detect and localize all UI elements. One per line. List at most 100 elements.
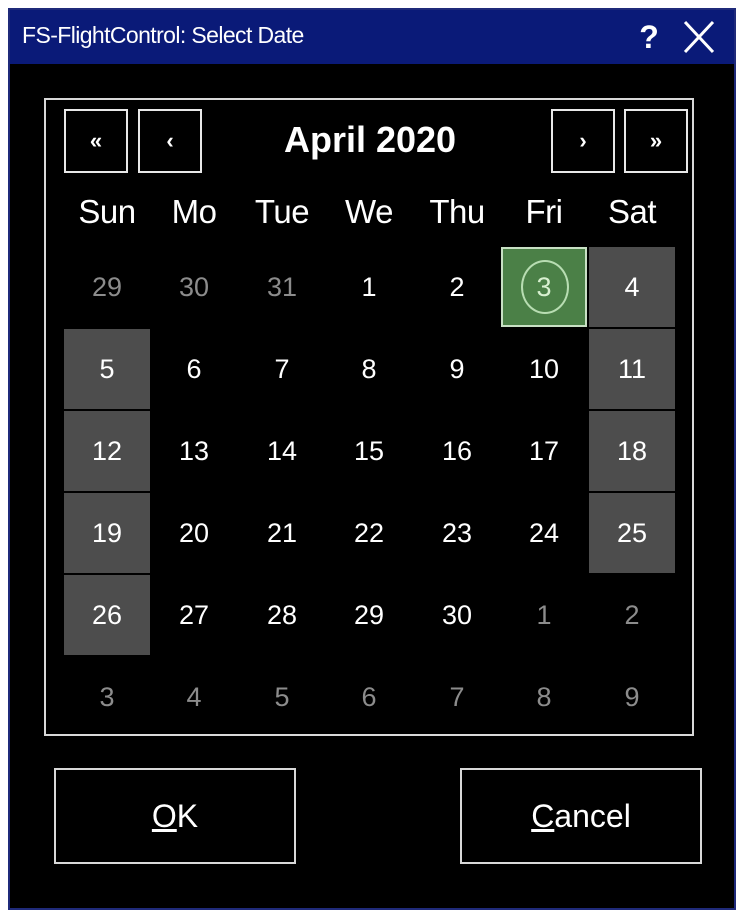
day-cell[interactable]: 8 [326, 329, 412, 409]
weekday-header: We [345, 193, 393, 230]
day-number: 10 [528, 354, 560, 384]
day-number: 15 [353, 436, 385, 466]
weekday-header: Thu [429, 193, 485, 230]
day-cell[interactable]: 29 [64, 247, 150, 327]
day-cell[interactable]: 22 [326, 493, 412, 573]
day-number: 12 [91, 436, 123, 466]
day-cell[interactable]: 7 [414, 657, 500, 737]
day-cell[interactable]: 18 [589, 411, 675, 491]
day-number: 26 [91, 600, 123, 630]
day-cell[interactable]: 5 [239, 657, 325, 737]
day-number: 14 [266, 436, 298, 466]
day-number: 9 [624, 682, 640, 712]
day-cell[interactable]: 2 [589, 575, 675, 655]
weekday-header: Sun [78, 193, 136, 230]
title-bar[interactable]: FS-FlightControl: Select Date ? [10, 10, 734, 64]
close-button[interactable] [673, 16, 723, 58]
day-cell[interactable]: 10 [501, 329, 587, 409]
day-number: 29 [91, 272, 123, 302]
day-number: 18 [616, 436, 648, 466]
day-cell[interactable]: 30 [414, 575, 500, 655]
day-cell[interactable]: 14 [239, 411, 325, 491]
weekday-header: Mo [171, 193, 217, 230]
ok-label: K [176, 798, 199, 834]
day-number: 5 [274, 682, 290, 712]
day-cell[interactable]: 1 [326, 247, 412, 327]
day-number: 5 [99, 354, 115, 384]
day-number: 29 [353, 600, 385, 630]
day-number: 3 [99, 682, 115, 712]
day-number: 7 [449, 682, 465, 712]
cancel-label: ancel [554, 798, 631, 834]
day-number: 17 [528, 436, 560, 466]
day-number: 20 [178, 518, 210, 548]
day-number: 1 [536, 600, 552, 630]
day-number: 30 [178, 272, 210, 302]
weekday-header: Tue [254, 193, 310, 230]
day-number: 7 [274, 354, 290, 384]
day-number: 24 [528, 518, 560, 548]
day-cell[interactable]: 9 [589, 657, 675, 737]
day-cell[interactable]: 13 [151, 411, 237, 491]
day-cell[interactable]: 24 [501, 493, 587, 573]
day-cell[interactable]: 12 [64, 411, 150, 491]
day-cell[interactable]: 30 [151, 247, 237, 327]
day-cell[interactable]: 4 [151, 657, 237, 737]
day-number: 6 [361, 682, 377, 712]
day-number: 19 [91, 518, 123, 548]
day-number: 13 [178, 436, 210, 466]
day-cell[interactable]: 1 [501, 575, 587, 655]
cancel-mnemonic: C [531, 798, 555, 834]
day-number: 9 [449, 354, 465, 384]
day-number: 21 [266, 518, 298, 548]
day-cell[interactable]: 7 [239, 329, 325, 409]
day-number: 4 [186, 682, 202, 712]
day-cell[interactable]: 25 [589, 493, 675, 573]
day-cell-selected[interactable]: 3 [501, 247, 587, 327]
day-number: 11 [617, 354, 647, 384]
day-cell[interactable]: 17 [501, 411, 587, 491]
day-cell[interactable]: 23 [414, 493, 500, 573]
next-year-button[interactable]: » [624, 109, 688, 173]
month-year-label: April 2020 [283, 119, 457, 160]
cancel-button[interactable]: Cancel [460, 768, 702, 864]
day-cell[interactable]: 6 [326, 657, 412, 737]
day-number: 25 [616, 518, 648, 548]
window-title: FS-FlightControl: Select Date [22, 22, 304, 48]
prev-year-button[interactable]: « [64, 109, 128, 173]
close-icon [683, 20, 715, 54]
day-number: 2 [624, 600, 640, 630]
day-cell[interactable]: 27 [151, 575, 237, 655]
day-cell[interactable]: 11 [589, 329, 675, 409]
day-cell[interactable]: 9 [414, 329, 500, 409]
day-number: 22 [353, 518, 385, 548]
day-cell[interactable]: 15 [326, 411, 412, 491]
day-cell[interactable]: 8 [501, 657, 587, 737]
prev-month-button[interactable]: ‹ [138, 109, 202, 173]
day-cell[interactable]: 20 [151, 493, 237, 573]
day-cell[interactable]: 5 [64, 329, 150, 409]
day-number: 6 [186, 354, 202, 384]
day-number: 3 [536, 272, 552, 302]
day-cell[interactable]: 21 [239, 493, 325, 573]
day-cell[interactable]: 16 [414, 411, 500, 491]
day-cell[interactable]: 3 [64, 657, 150, 737]
day-cell[interactable]: 6 [151, 329, 237, 409]
day-cell[interactable]: 29 [326, 575, 412, 655]
day-cell[interactable]: 2 [414, 247, 500, 327]
day-number: 31 [266, 272, 298, 302]
day-number: 1 [361, 272, 377, 302]
day-number: 2 [449, 272, 465, 302]
day-cell[interactable]: 26 [64, 575, 150, 655]
day-number: 28 [266, 600, 298, 630]
next-month-button[interactable]: › [551, 109, 615, 173]
day-cell[interactable]: 31 [239, 247, 325, 327]
day-number: 16 [441, 436, 473, 466]
day-number: 23 [441, 518, 473, 548]
ok-button[interactable]: OK [54, 768, 296, 864]
day-cell[interactable]: 19 [64, 493, 150, 573]
day-cell[interactable]: 28 [239, 575, 325, 655]
day-number: 8 [361, 354, 377, 384]
help-button[interactable]: ? [631, 18, 667, 56]
day-cell[interactable]: 4 [589, 247, 675, 327]
